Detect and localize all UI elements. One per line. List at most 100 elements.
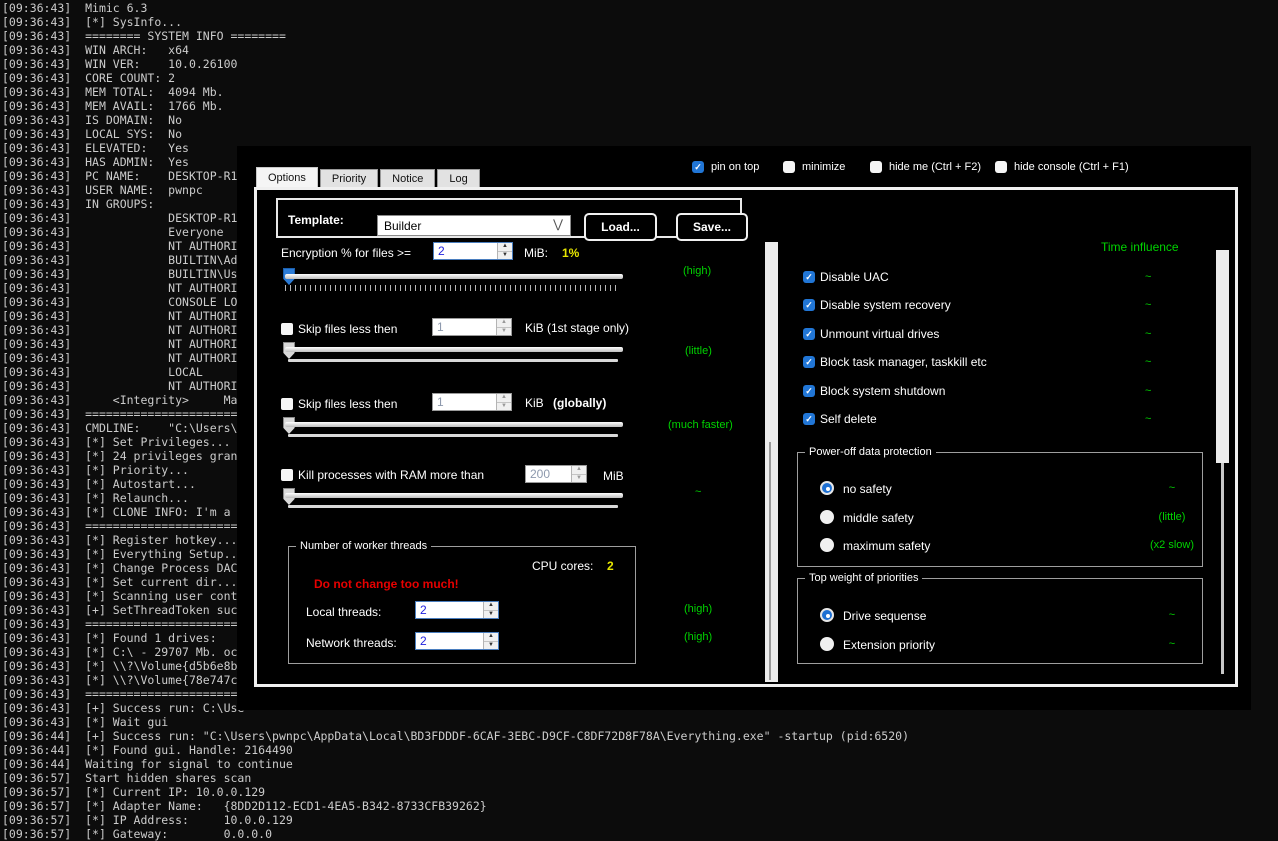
radio-button[interactable] bbox=[820, 538, 834, 552]
console-text: NT AUTHORIT bbox=[71, 379, 244, 393]
radio-row[interactable]: middle safety (little) bbox=[820, 510, 1190, 526]
tab-priority[interactable]: Priority bbox=[320, 169, 378, 187]
template-dropdown[interactable]: Builder ⋁ bbox=[377, 215, 571, 236]
console-timestamp: [09:36:57] bbox=[2, 785, 71, 799]
threads-groupbox: Number of worker threads CPU cores: 2 Do… bbox=[288, 546, 636, 664]
checkbox[interactable] bbox=[870, 161, 882, 173]
check-icon: ✓ bbox=[805, 415, 813, 424]
checkbox[interactable] bbox=[995, 161, 1007, 173]
encryption-percent-spinner[interactable]: 2 ▲▼ bbox=[433, 242, 513, 260]
checkbox[interactable]: ✓ bbox=[803, 356, 815, 368]
time-influence-note: ~ bbox=[1145, 413, 1151, 425]
left-panel-scrollbar[interactable] bbox=[765, 242, 778, 682]
tab-notice[interactable]: Notice bbox=[380, 169, 435, 187]
checkbox[interactable]: ✓ bbox=[803, 271, 815, 283]
skip-global-slider-track[interactable] bbox=[285, 422, 623, 427]
kill-ram-slider-track[interactable] bbox=[285, 493, 623, 498]
skip-global-label: Skip files less then bbox=[298, 397, 397, 411]
checkbox[interactable]: ✓ bbox=[803, 299, 815, 311]
checkbox-label: hide console (Ctrl + F1) bbox=[1014, 161, 1129, 173]
console-text: CORE COUNT: 2 bbox=[71, 71, 175, 85]
scrollbar-thumb[interactable] bbox=[769, 442, 771, 680]
radio-row[interactable]: maximum safety (x2 slow) bbox=[820, 538, 1190, 554]
spin-down-icon[interactable]: ▼ bbox=[498, 252, 512, 260]
time-influence-note: ~ bbox=[1145, 271, 1151, 283]
console-timestamp: [09:36:43] bbox=[2, 449, 71, 463]
spin-down-icon[interactable]: ▼ bbox=[497, 403, 511, 411]
option-checkbox-row[interactable]: ✓ Disable UAC ~ bbox=[803, 270, 1163, 284]
network-threads-label: Network threads: bbox=[306, 636, 397, 650]
spin-up-icon[interactable]: ▲ bbox=[497, 319, 511, 328]
option-checkbox-row[interactable]: ✓ Block task manager, taskkill etc ~ bbox=[803, 355, 1163, 369]
skip-first-checkbox[interactable] bbox=[281, 323, 293, 335]
radio-button[interactable] bbox=[820, 481, 834, 495]
skip-first-spinner[interactable]: 1 ▲▼ bbox=[432, 318, 512, 336]
scrollbar-track[interactable] bbox=[1221, 463, 1224, 674]
option-checkbox-row[interactable]: ✓ Disable system recovery ~ bbox=[803, 298, 1163, 312]
spin-down-icon[interactable]: ▼ bbox=[484, 611, 498, 619]
console-text: NT AUTHORIT bbox=[71, 337, 244, 351]
right-panel-scrollbar[interactable] bbox=[1216, 250, 1229, 674]
radio-button[interactable] bbox=[820, 510, 834, 524]
console-line: [09:36:43] MEM TOTAL: 4094 Mb. bbox=[2, 85, 1278, 99]
kill-ram-checkbox[interactable] bbox=[281, 469, 293, 481]
option-checkbox-row[interactable]: ✓ Unmount virtual drives ~ bbox=[803, 327, 1163, 341]
topbar-checkbox-item[interactable]: hide me (Ctrl + F2) bbox=[870, 161, 981, 173]
checkbox[interactable]: ✓ bbox=[803, 385, 815, 397]
topbar-checkbox-item[interactable]: ✓ pin on top bbox=[692, 161, 759, 173]
load-button[interactable]: Load... bbox=[584, 213, 657, 241]
encryption-note: (high) bbox=[683, 265, 711, 277]
checkbox[interactable]: ✓ bbox=[692, 161, 704, 173]
radio-row[interactable]: Drive sequense ~ bbox=[820, 608, 1190, 624]
time-influence-note: ~ bbox=[1145, 328, 1151, 340]
spin-down-icon[interactable]: ▼ bbox=[497, 328, 511, 336]
spin-up-icon[interactable]: ▲ bbox=[484, 633, 498, 642]
spin-up-icon[interactable]: ▲ bbox=[484, 602, 498, 611]
checkbox[interactable]: ✓ bbox=[803, 328, 815, 340]
tab-options[interactable]: Options bbox=[256, 167, 318, 187]
tab-strip: OptionsPriorityNoticeLog bbox=[256, 167, 480, 187]
console-timestamp: [09:36:43] bbox=[2, 85, 71, 99]
threads-warning: Do not change too much! bbox=[314, 577, 459, 591]
save-button[interactable]: Save... bbox=[676, 213, 748, 241]
skip-global-scope-label: (globally) bbox=[553, 396, 606, 410]
skip-global-spinner[interactable]: 1 ▲▼ bbox=[432, 393, 512, 411]
checkbox[interactable] bbox=[783, 161, 795, 173]
spin-down-icon[interactable]: ▼ bbox=[572, 475, 586, 483]
spinner-value: 2 bbox=[416, 602, 483, 618]
console-timestamp: [09:36:57] bbox=[2, 813, 71, 827]
console-timestamp: [09:36:43] bbox=[2, 337, 71, 351]
skip-global-checkbox[interactable] bbox=[281, 398, 293, 410]
option-checkbox-row[interactable]: ✓ Self delete ~ bbox=[803, 412, 1163, 426]
console-line: [09:36:57] [*] IP Address: 10.0.0.129 bbox=[2, 813, 1278, 827]
tab-log[interactable]: Log bbox=[437, 169, 479, 187]
console-text: ======================== bbox=[71, 687, 251, 701]
console-text: ELEVATED: Yes bbox=[71, 141, 189, 155]
checkbox[interactable]: ✓ bbox=[803, 413, 815, 425]
network-threads-spinner[interactable]: 2 ▲▼ bbox=[415, 632, 499, 650]
spin-up-icon[interactable]: ▲ bbox=[572, 466, 586, 475]
console-text: NT AUTHORIT bbox=[71, 323, 244, 337]
radio-button[interactable] bbox=[820, 608, 834, 622]
scrollbar-thumb[interactable] bbox=[1216, 250, 1229, 463]
encryption-slider-track[interactable] bbox=[285, 274, 623, 279]
console-timestamp: [09:36:43] bbox=[2, 393, 71, 407]
console-timestamp: [09:36:43] bbox=[2, 533, 71, 547]
skip-global-unit-label: KiB bbox=[525, 396, 544, 410]
console-timestamp: [09:36:43] bbox=[2, 603, 71, 617]
topbar-checkbox-item[interactable]: hide console (Ctrl + F1) bbox=[995, 161, 1129, 173]
spin-down-icon[interactable]: ▼ bbox=[484, 642, 498, 650]
radio-row[interactable]: Extension priority ~ bbox=[820, 637, 1190, 653]
local-threads-spinner[interactable]: 2 ▲▼ bbox=[415, 601, 499, 619]
console-timestamp: [09:36:43] bbox=[2, 379, 71, 393]
console-timestamp: [09:36:43] bbox=[2, 225, 71, 239]
radio-label: Drive sequense bbox=[843, 609, 926, 623]
radio-row[interactable]: no safety ~ bbox=[820, 481, 1190, 497]
skip-first-slider-track[interactable] bbox=[285, 347, 623, 352]
topbar-checkbox-item[interactable]: minimize bbox=[783, 161, 845, 173]
kill-ram-spinner[interactable]: 200 ▲▼ bbox=[525, 465, 587, 483]
spin-up-icon[interactable]: ▲ bbox=[498, 243, 512, 252]
spin-up-icon[interactable]: ▲ bbox=[497, 394, 511, 403]
option-checkbox-row[interactable]: ✓ Block system shutdown ~ bbox=[803, 384, 1163, 398]
radio-button[interactable] bbox=[820, 637, 834, 651]
